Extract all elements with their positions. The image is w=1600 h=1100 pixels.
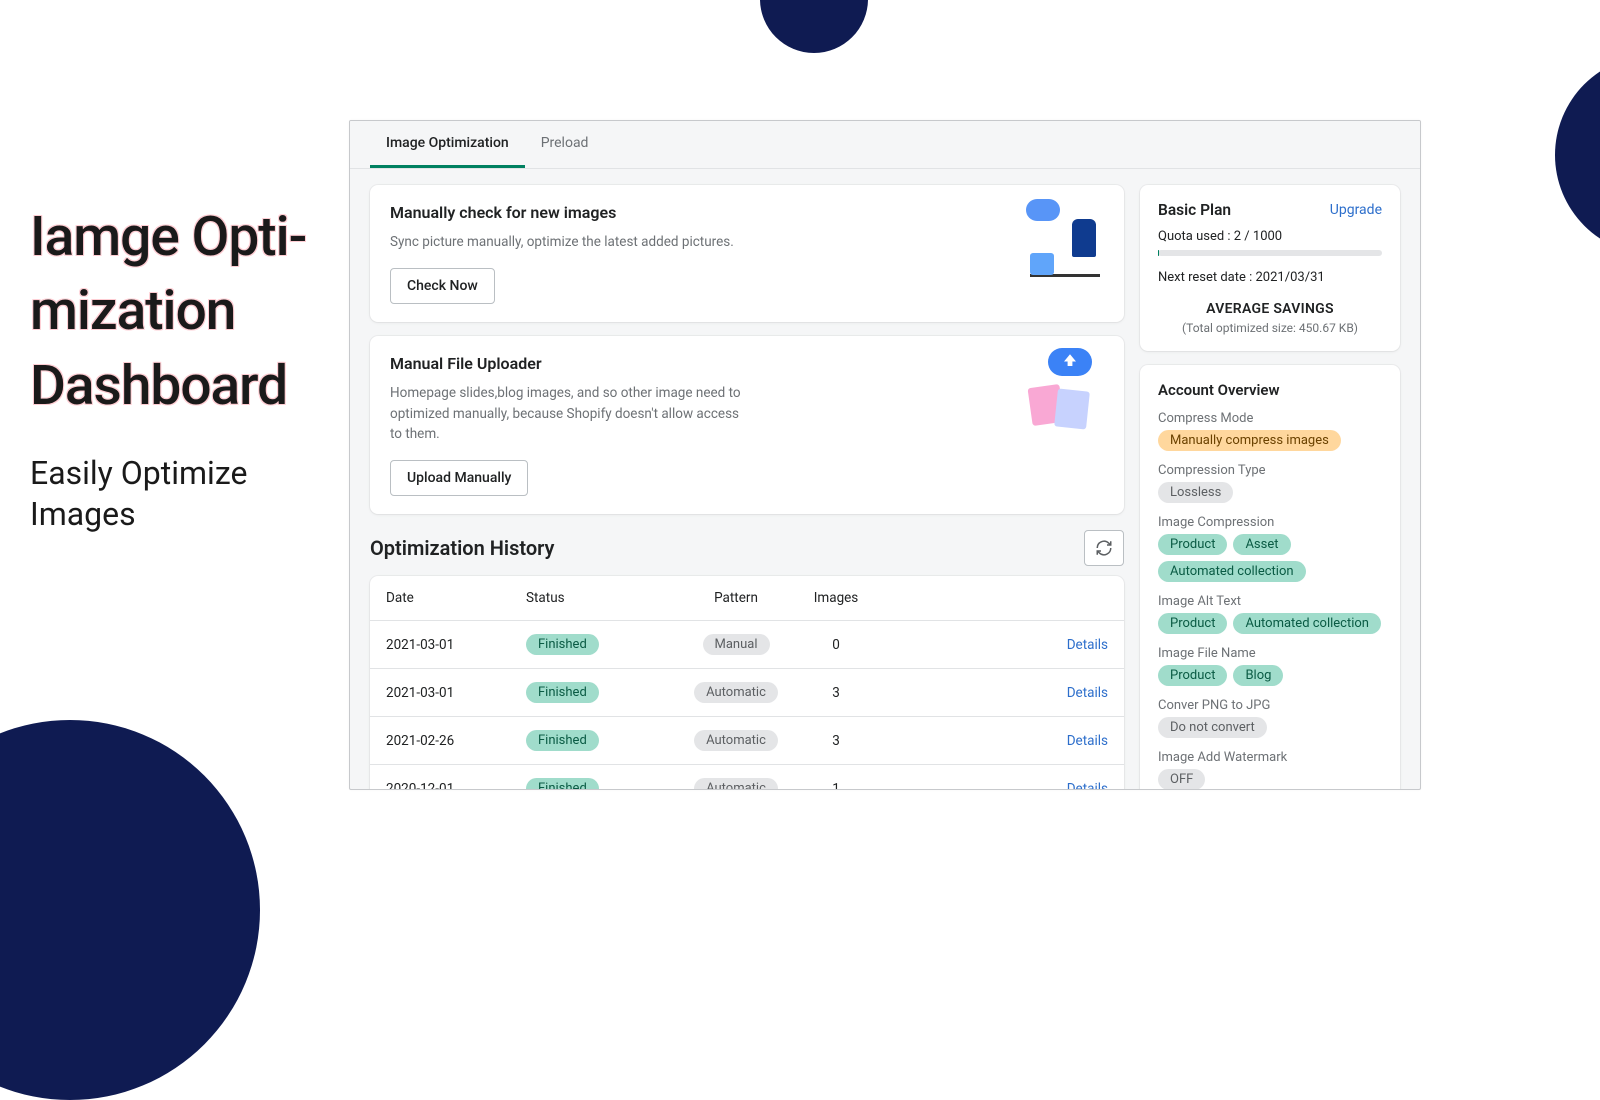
quota-label: Quota used : 2 / 1000 [1158, 229, 1382, 244]
cell-status: Finished [526, 669, 666, 716]
table-row: 2020-12-01Finished Automatic 1 Details [370, 764, 1124, 790]
col-images: Images [806, 576, 866, 620]
overview-label: Conver PNG to JPG [1158, 698, 1382, 713]
col-pattern: Pattern [666, 576, 806, 620]
refresh-icon [1095, 539, 1113, 557]
cell-date: 2020-12-01 [386, 768, 526, 791]
cell-images: 0 [806, 624, 866, 666]
overview-label: Compression Type [1158, 463, 1382, 478]
cell-pattern: Automatic [666, 765, 806, 790]
overview-tag: Product [1158, 665, 1227, 686]
details-link[interactable]: Details [1067, 637, 1108, 653]
avg-savings-title: AVERAGE SAVINGS [1158, 301, 1382, 317]
cell-pattern: Manual [666, 621, 806, 668]
account-overview-card: Account Overview Compress Mode Manually c… [1140, 365, 1400, 790]
status-badge: Finished [526, 634, 599, 655]
table-row: 2021-02-26Finished Automatic 3 Details [370, 716, 1124, 764]
overview-row: Image Compression Product Asset Automated c… [1158, 515, 1382, 582]
overview-tag: OFF [1158, 769, 1205, 790]
table-header: Date Status Pattern Images [370, 576, 1124, 620]
tab-image-optimization[interactable]: Image Optimization [370, 121, 525, 168]
overview-tag: Product [1158, 613, 1227, 634]
upload-manually-button[interactable]: Upload Manually [390, 460, 528, 496]
overview-tag: Lossless [1158, 482, 1233, 503]
card-desc: Homepage slides,blog images, and so othe… [390, 383, 750, 444]
col-status: Status [526, 576, 666, 620]
status-badge: Finished [526, 778, 599, 790]
details-link[interactable]: Details [1067, 781, 1108, 791]
tab-preload[interactable]: Preload [525, 121, 605, 168]
decorative-circle [1555, 55, 1600, 255]
overview-label: Compress Mode [1158, 411, 1382, 426]
reset-date: Next reset date : 2021/03/31 [1158, 270, 1382, 285]
overview-tag: Automated collection [1233, 613, 1381, 634]
avg-savings-sub: (Total optimized size: 450.67 KB) [1158, 321, 1382, 335]
overview-row: Compress Mode Manually compress images [1158, 411, 1382, 451]
tabs: Image Optimization Preload [350, 121, 1420, 169]
card-title: Manual File Uploader [390, 354, 1104, 373]
overview-row: Image File Name Product Blog [1158, 646, 1382, 686]
cell-date: 2021-03-01 [386, 672, 526, 714]
cell-date: 2021-03-01 [386, 624, 526, 666]
pattern-badge: Automatic [694, 682, 778, 703]
decorative-circle [0, 720, 260, 1100]
refresh-button[interactable] [1084, 530, 1124, 566]
overview-tag: Do not convert [1158, 717, 1267, 738]
card-desc: Sync picture manually, optimize the late… [390, 232, 750, 252]
overview-tag: Blog [1233, 665, 1283, 686]
upload-card: Manual File Uploader Homepage slides,blo… [370, 336, 1124, 514]
upgrade-link[interactable]: Upgrade [1330, 202, 1382, 218]
overview-row: Image Alt Text Product Automated collectio… [1158, 594, 1382, 634]
hero-title: Iamge Opti­mization Dashboard [30, 200, 340, 423]
overview-tag: Automated collection [1158, 561, 1306, 582]
overview-label: Image Compression [1158, 515, 1382, 530]
cell-images: 3 [806, 672, 866, 714]
overview-label: Image Alt Text [1158, 594, 1382, 609]
cell-status: Finished [526, 621, 666, 668]
dashboard-window: Image Optimization Preload Manually chec… [349, 120, 1421, 790]
table-row: 2021-03-01Finished Manual 0 Details [370, 620, 1124, 668]
history-title: Optimization History [370, 536, 555, 560]
overview-tag: Manually compress images [1158, 430, 1341, 451]
overview-row: Image Add Watermark OFF [1158, 750, 1382, 790]
details-link[interactable]: Details [1067, 733, 1108, 749]
card-title: Manually check for new images [390, 203, 1104, 222]
decorative-circle [760, 0, 868, 53]
cell-pattern: Automatic [666, 717, 806, 764]
cell-images: 1 [806, 768, 866, 791]
cell-status: Finished [526, 717, 666, 764]
overview-label: Image Add Watermark [1158, 750, 1382, 765]
check-images-card: Manually check for new images Sync pictu… [370, 185, 1124, 322]
cell-date: 2021-02-26 [386, 720, 526, 762]
plan-card: Basic Plan Upgrade Quota used : 2 / 1000… [1140, 185, 1400, 351]
pattern-badge: Automatic [694, 778, 778, 790]
status-badge: Finished [526, 682, 599, 703]
overview-row: Compression Type Lossless [1158, 463, 1382, 503]
overview-title: Account Overview [1158, 381, 1382, 399]
cell-images: 3 [806, 720, 866, 762]
check-now-button[interactable]: Check Now [390, 268, 495, 304]
overview-tag: Product [1158, 534, 1227, 555]
pattern-badge: Manual [703, 634, 770, 655]
pattern-badge: Automatic [694, 730, 778, 751]
table-row: 2021-03-01Finished Automatic 3 Details [370, 668, 1124, 716]
sync-illustration-icon [1020, 199, 1110, 279]
quota-bar [1158, 250, 1382, 256]
overview-tag: Asset [1233, 534, 1290, 555]
history-table: Date Status Pattern Images 2021-03-01Fin… [370, 576, 1124, 790]
cell-pattern: Automatic [666, 669, 806, 716]
cell-status: Finished [526, 765, 666, 790]
col-date: Date [386, 576, 526, 620]
overview-label: Image File Name [1158, 646, 1382, 661]
plan-name: Basic Plan [1158, 201, 1231, 219]
upload-illustration-icon [1020, 350, 1110, 430]
status-badge: Finished [526, 730, 599, 751]
hero-subtitle: Easily Optimize Images [30, 453, 340, 536]
details-link[interactable]: Details [1067, 685, 1108, 701]
overview-row: Conver PNG to JPG Do not convert [1158, 698, 1382, 738]
hero-text: Iamge Opti­mization Dashboard Easily Opt… [30, 200, 340, 536]
